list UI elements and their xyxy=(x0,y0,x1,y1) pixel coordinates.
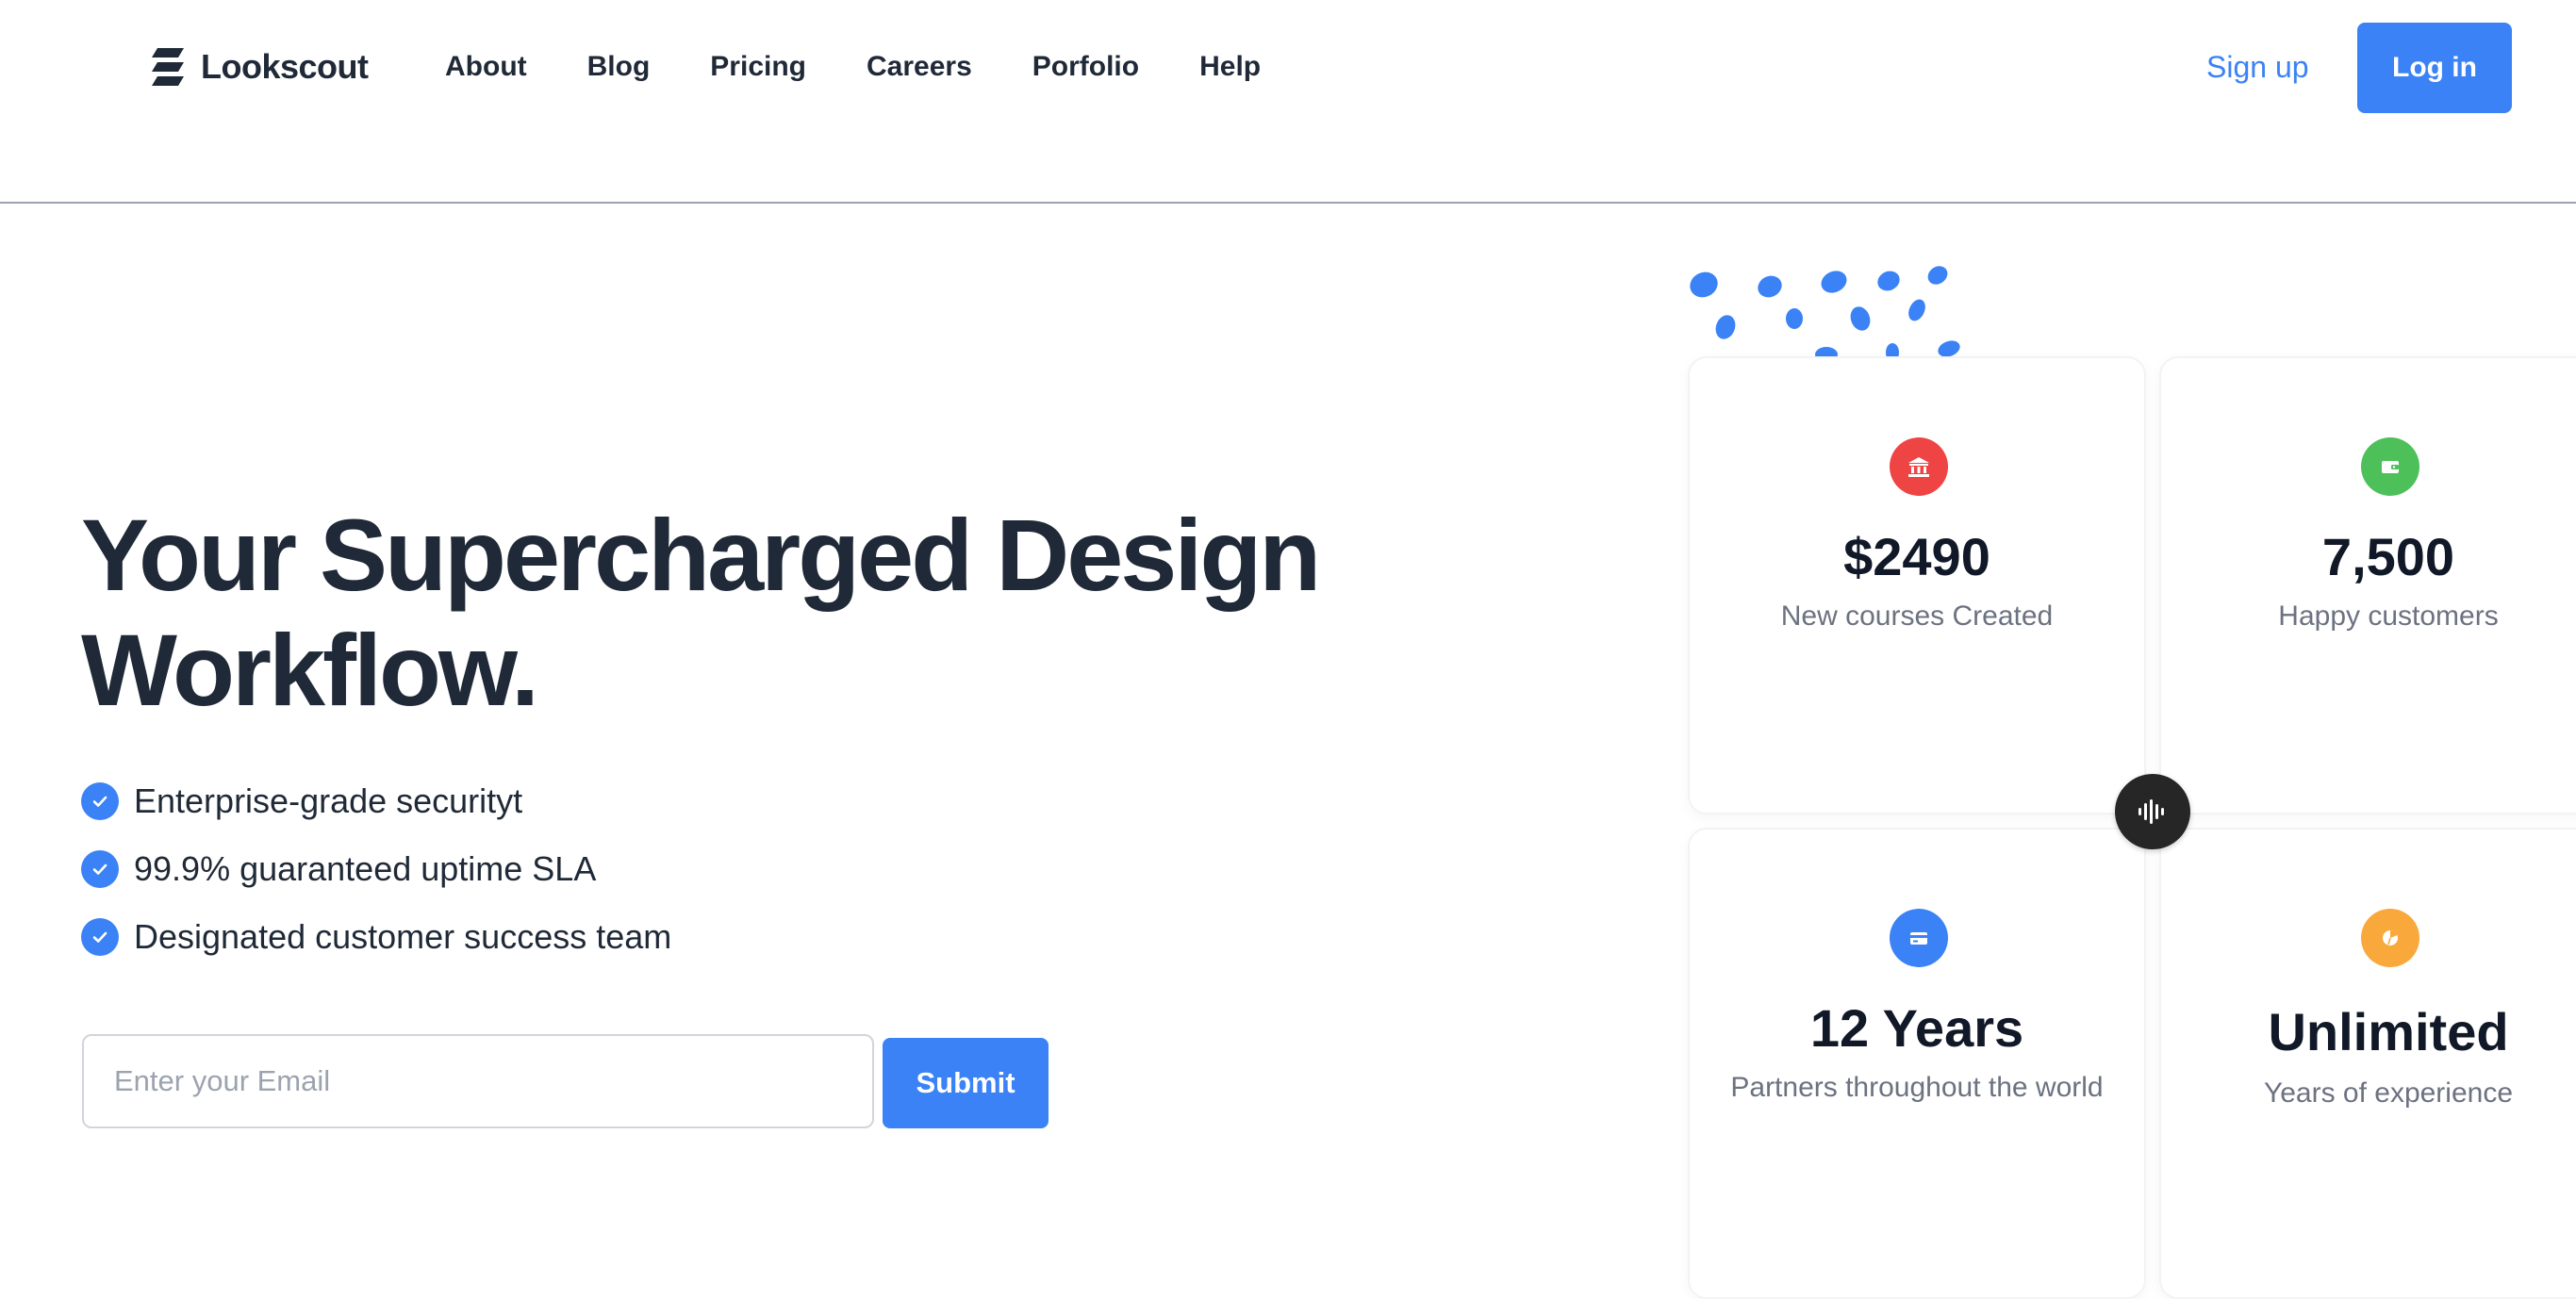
decorative-dots xyxy=(1690,266,1960,356)
audio-wave-icon[interactable] xyxy=(2115,774,2190,849)
stat-label: New courses Created xyxy=(1780,600,2054,632)
stat-value: 7,500 xyxy=(2321,527,2455,586)
stat-label: Partners throughout the world xyxy=(1730,1072,2104,1103)
site-header: Lookscout About Blog Pricing Careers Por… xyxy=(0,0,2576,204)
nav-link-blog[interactable]: Blog xyxy=(587,51,651,83)
stat-value: Unlimited xyxy=(2268,1002,2509,1061)
feature-item: Enterprise-grade securityt xyxy=(81,767,671,835)
stat-value: 12 Years xyxy=(1809,998,2024,1058)
signup-link[interactable]: Sign up xyxy=(2206,43,2309,90)
stat-label: Happy customers xyxy=(2278,600,2499,632)
brand-logo-link[interactable]: Lookscout xyxy=(148,43,369,90)
bank-icon xyxy=(1890,437,1948,496)
brand-name: Lookscout xyxy=(201,47,369,86)
main-nav: About Blog Pricing Careers Porfolio Help xyxy=(445,43,1321,90)
check-circle-icon xyxy=(81,850,119,888)
nav-link-about[interactable]: About xyxy=(445,51,527,83)
stat-card: 12 Years Partners throughout the world xyxy=(1688,828,2146,1299)
submit-button[interactable]: Submit xyxy=(883,1038,1049,1128)
stat-card: Unlimited Years of experience xyxy=(2159,828,2576,1299)
feature-item: 99.9% guaranteed uptime SLA xyxy=(81,835,671,903)
stat-value: $2490 xyxy=(1843,527,1990,586)
feature-list: Enterprise-grade securityt 99.9% guarant… xyxy=(81,767,671,971)
feature-text: 99.9% guaranteed uptime SLA xyxy=(134,849,597,888)
credit-card-icon xyxy=(1890,909,1948,967)
stat-card: $2490 New courses Created xyxy=(1688,356,2146,814)
wallet-icon xyxy=(2361,437,2419,496)
check-circle-icon xyxy=(81,918,119,956)
feature-text: Enterprise-grade securityt xyxy=(134,781,523,820)
lookscout-logo-icon xyxy=(152,48,184,86)
email-input[interactable] xyxy=(82,1034,874,1128)
stat-card: 7,500 Happy customers xyxy=(2159,356,2576,814)
stat-label: Years of experience xyxy=(2263,1077,2514,1109)
feature-text: Designated customer success team xyxy=(134,917,672,956)
feature-item: Designated customer success team xyxy=(81,903,671,971)
nav-link-help[interactable]: Help xyxy=(1199,51,1261,83)
check-circle-icon xyxy=(81,782,119,820)
nav-link-pricing[interactable]: Pricing xyxy=(710,51,806,83)
login-button[interactable]: Log in xyxy=(2357,23,2512,113)
pie-chart-icon xyxy=(2361,909,2419,967)
nav-link-portfolio[interactable]: Porfolio xyxy=(1032,51,1139,83)
hero-title: Your Supercharged Design Workflow. xyxy=(81,498,1321,727)
nav-link-careers[interactable]: Careers xyxy=(867,51,972,83)
